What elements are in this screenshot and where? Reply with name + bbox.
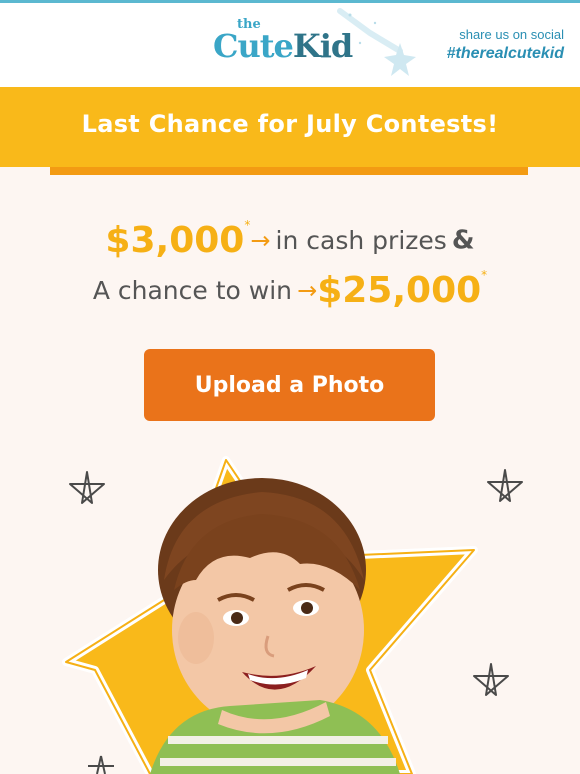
banner-underline [50, 167, 528, 175]
cash-amount: $3,000 [105, 220, 245, 261]
social-share: share us on social #therealcutekid [404, 27, 564, 65]
chance-amount: $25,000 [317, 270, 482, 311]
chance-arrow-icon: → [297, 276, 318, 305]
star-icon-right-top [487, 469, 523, 502]
social-label: share us on social [459, 27, 564, 42]
logo-cute: Cute [213, 27, 294, 65]
prize-line-cash: $3,000*→ in cash prizes & [0, 218, 580, 261]
ampersand: & [451, 225, 475, 256]
header: the CuteKid share us on social #therealc… [0, 3, 580, 87]
upload-photo-label: Upload a Photo [194, 372, 385, 398]
chance-text: A chance to win [92, 276, 292, 305]
star-icon-left-bottom [88, 755, 114, 774]
star-icon-left-top [69, 471, 105, 504]
banner-title: Last Chance for July Contests! [81, 110, 499, 138]
star-icon-right-bottom [473, 663, 509, 696]
cash-text: in cash prizes [275, 226, 447, 255]
social-hashtag[interactable]: #therealcutekid [404, 43, 564, 65]
prize-line-chance: A chance to win →$25,000* [0, 268, 580, 311]
cash-arrow-icon: → [250, 226, 271, 255]
chance-asterisk: * [481, 268, 488, 282]
hero-image [0, 440, 580, 774]
upload-photo-button[interactable]: Upload a Photo [144, 349, 435, 421]
